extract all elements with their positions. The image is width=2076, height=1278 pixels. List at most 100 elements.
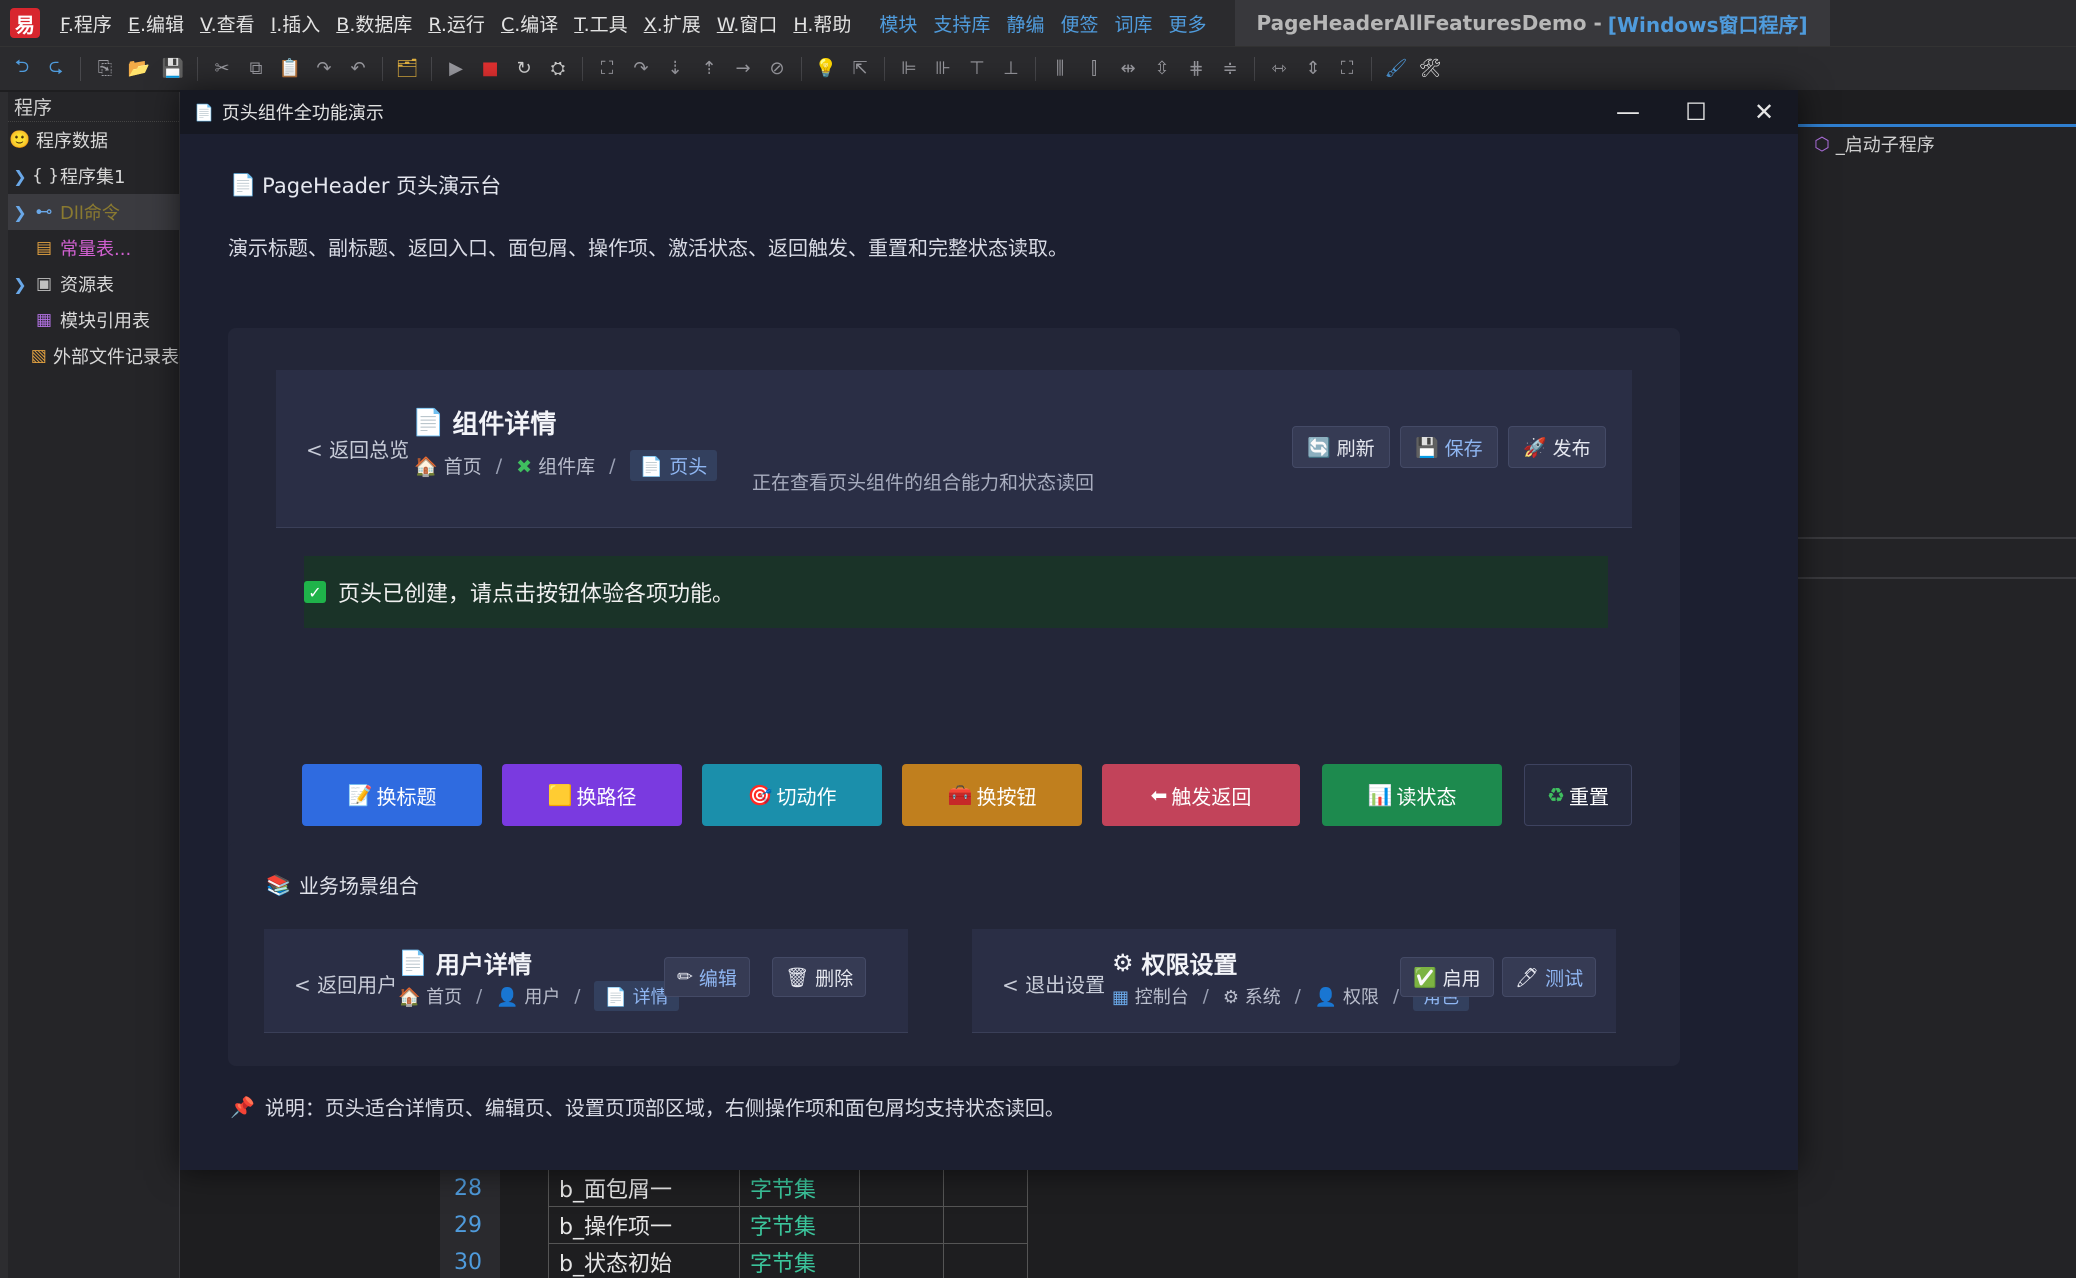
align-top-icon[interactable]: ⊤ (965, 57, 989, 81)
tab-startup-subroutine[interactable]: ⬡ _启动子程序 (1798, 127, 2076, 161)
same-height-icon[interactable]: ⇳ (1150, 57, 1174, 81)
menu-extend[interactable]: X.扩展 (636, 10, 709, 37)
chevron-right-icon[interactable]: ❯ (8, 203, 32, 222)
menu-window[interactable]: W.窗口 (709, 10, 786, 37)
step-into-icon[interactable]: ⇣ (663, 57, 687, 81)
back-link[interactable]: < 返回总览 (306, 434, 409, 463)
menu-database[interactable]: B.数据库 (328, 10, 420, 37)
stop-icon[interactable]: ■ (478, 57, 502, 81)
tools-icon[interactable]: 🛠 (1418, 57, 1442, 81)
code-cell-empty[interactable] (944, 1244, 1028, 1278)
read-state-button[interactable]: 📊 读状态 (1322, 764, 1502, 826)
edit-button[interactable]: ✏ 编辑 (664, 957, 750, 997)
chevron-right-icon[interactable]: ❯ (8, 275, 32, 294)
tree-item-constants[interactable]: ▤ 常量表... (8, 230, 179, 266)
fit-icon[interactable]: ⛶ (1335, 57, 1359, 81)
change-buttons-button[interactable]: 🧰 换按钮 (902, 764, 1082, 826)
breakpoint-icon[interactable]: ⊘ (765, 57, 789, 81)
menu-file[interactable]: F.程序 (52, 10, 120, 37)
tree-item-assembly[interactable]: ❯ { } 程序集1 (8, 158, 179, 194)
breadcrumb-item[interactable]: ✖ 组件库 (516, 452, 595, 479)
back-link[interactable]: < 退出设置 (1002, 969, 1105, 998)
code-cell-name[interactable]: b_状态初始 (548, 1244, 740, 1278)
tree-item-program-data[interactable]: 🙂 程序数据 (8, 122, 179, 158)
save-button[interactable]: 💾 保存 (1400, 426, 1498, 468)
back-link[interactable]: < 返回用户 (294, 969, 397, 998)
menu-compile[interactable]: C.编译 (493, 10, 566, 37)
change-path-button[interactable]: 🟨 换路径 (502, 764, 682, 826)
menu-view[interactable]: V.查看 (192, 10, 263, 37)
toggle-action-button[interactable]: 🎯 切动作 (702, 764, 882, 826)
publish-button[interactable]: 🚀 发布 (1508, 426, 1606, 468)
center-h-icon[interactable]: ⫼ (1048, 57, 1072, 81)
step-over-icon[interactable]: ↷ (629, 57, 653, 81)
tree-item-external-files[interactable]: ▧ 外部文件记录表 (8, 338, 179, 374)
restart-icon[interactable]: ↻ (512, 57, 536, 81)
tree-item-resources[interactable]: ❯ ▣ 资源表 (8, 266, 179, 302)
code-cell-name[interactable]: b_操作项一 (548, 1207, 740, 1244)
code-cell-type[interactable]: 字节集 (740, 1244, 860, 1278)
menu-edit[interactable]: E.编辑 (120, 10, 192, 37)
delete-button[interactable]: 🗑 删除 (772, 957, 867, 997)
find-icon[interactable]: 🗂 (395, 57, 419, 81)
code-cell-empty[interactable] (944, 1207, 1028, 1244)
distribute-h-icon[interactable]: ⇿ (1267, 57, 1291, 81)
tree-item-dll-command[interactable]: ❯ ⊷ Dll命令 (8, 194, 179, 230)
minimize-button[interactable]: — (1594, 90, 1662, 134)
align-bottom-icon[interactable]: ⊥ (999, 57, 1023, 81)
menu-tools[interactable]: T.工具 (566, 10, 635, 37)
link-more[interactable]: 更多 (1160, 10, 1214, 37)
code-cell-empty[interactable] (860, 1207, 944, 1244)
space-v-icon[interactable]: ≑ (1218, 57, 1242, 81)
window-titlebar[interactable]: 📄 页头组件全功能演示 — ☐ ✕ (180, 90, 1798, 134)
breadcrumb-item[interactable]: 👤 用户 (496, 983, 560, 1009)
step-out-icon[interactable]: ⇡ (697, 57, 721, 81)
link-module[interactable]: 模块 (871, 10, 925, 37)
tree-item-module-refs[interactable]: ▦ 模块引用表 (8, 302, 179, 338)
reset-button[interactable]: ♻ 重置 (1524, 764, 1632, 826)
same-width-icon[interactable]: ⇹ (1116, 57, 1140, 81)
code-cell-empty[interactable] (944, 1170, 1028, 1207)
forward-icon[interactable]: ⮎ (44, 56, 68, 81)
menu-help[interactable]: H.帮助 (785, 10, 859, 37)
refresh-button[interactable]: 🔄 刷新 (1292, 426, 1390, 468)
pointer-icon[interactable]: ⇱ (848, 57, 872, 81)
breadcrumb-item[interactable]: 🏠 首页 (398, 983, 462, 1009)
lightbulb-icon[interactable]: 💡 (814, 57, 838, 81)
color-picker-icon[interactable]: 🖌 (1384, 57, 1408, 81)
back-icon[interactable]: ⮌ (10, 56, 34, 81)
table-row[interactable]: 30 b_状态初始 字节集 (440, 1244, 1040, 1278)
align-right-icon[interactable]: ⊪ (931, 57, 955, 81)
menu-insert[interactable]: I.插入 (263, 10, 329, 37)
new-file-icon[interactable]: ⎘ (93, 57, 117, 81)
link-static-compile[interactable]: 静编 (998, 10, 1052, 37)
breadcrumb-item[interactable]: 👤 权限 (1315, 983, 1379, 1009)
link-support-lib[interactable]: 支持库 (925, 10, 998, 37)
space-h-icon[interactable]: ⋕ (1184, 57, 1208, 81)
table-row[interactable]: 28 b_面包屑一 字节集 (440, 1170, 1040, 1207)
run-icon[interactable]: ▶ (444, 57, 468, 81)
build-icon[interactable]: ⛭ (546, 57, 570, 81)
breadcrumb-item[interactable]: ⚙ 系统 (1223, 983, 1281, 1009)
undo-icon[interactable]: ↶ (346, 57, 370, 81)
chevron-right-icon[interactable]: ❯ (8, 167, 32, 186)
link-notes[interactable]: 便签 (1052, 10, 1106, 37)
code-cell-type[interactable]: 字节集 (740, 1170, 860, 1207)
maximize-button[interactable]: ☐ (1662, 90, 1730, 134)
code-cell-empty[interactable] (860, 1170, 944, 1207)
center-v-icon[interactable]: ⫿ (1082, 57, 1106, 81)
close-button[interactable]: ✕ (1730, 90, 1798, 134)
breadcrumb-item[interactable]: ▦ 控制台 (1112, 983, 1189, 1009)
code-cell-empty[interactable] (860, 1244, 944, 1278)
breadcrumb-item[interactable]: 🏠 首页 (414, 452, 482, 479)
distribute-v-icon[interactable]: ⇕ (1301, 57, 1325, 81)
change-title-button[interactable]: 📝 换标题 (302, 764, 482, 826)
cut-icon[interactable]: ✂ (210, 57, 234, 81)
redo-icon[interactable]: ↷ (312, 57, 336, 81)
save-icon[interactable]: 💾 (161, 57, 185, 81)
menu-run[interactable]: R.运行 (420, 10, 493, 37)
link-dictionary[interactable]: 词库 (1106, 10, 1160, 37)
copy-icon[interactable]: ⧉ (244, 57, 268, 81)
breadcrumb-item-active[interactable]: 📄 页头 (629, 450, 718, 481)
code-cell-type[interactable]: 字节集 (740, 1207, 860, 1244)
